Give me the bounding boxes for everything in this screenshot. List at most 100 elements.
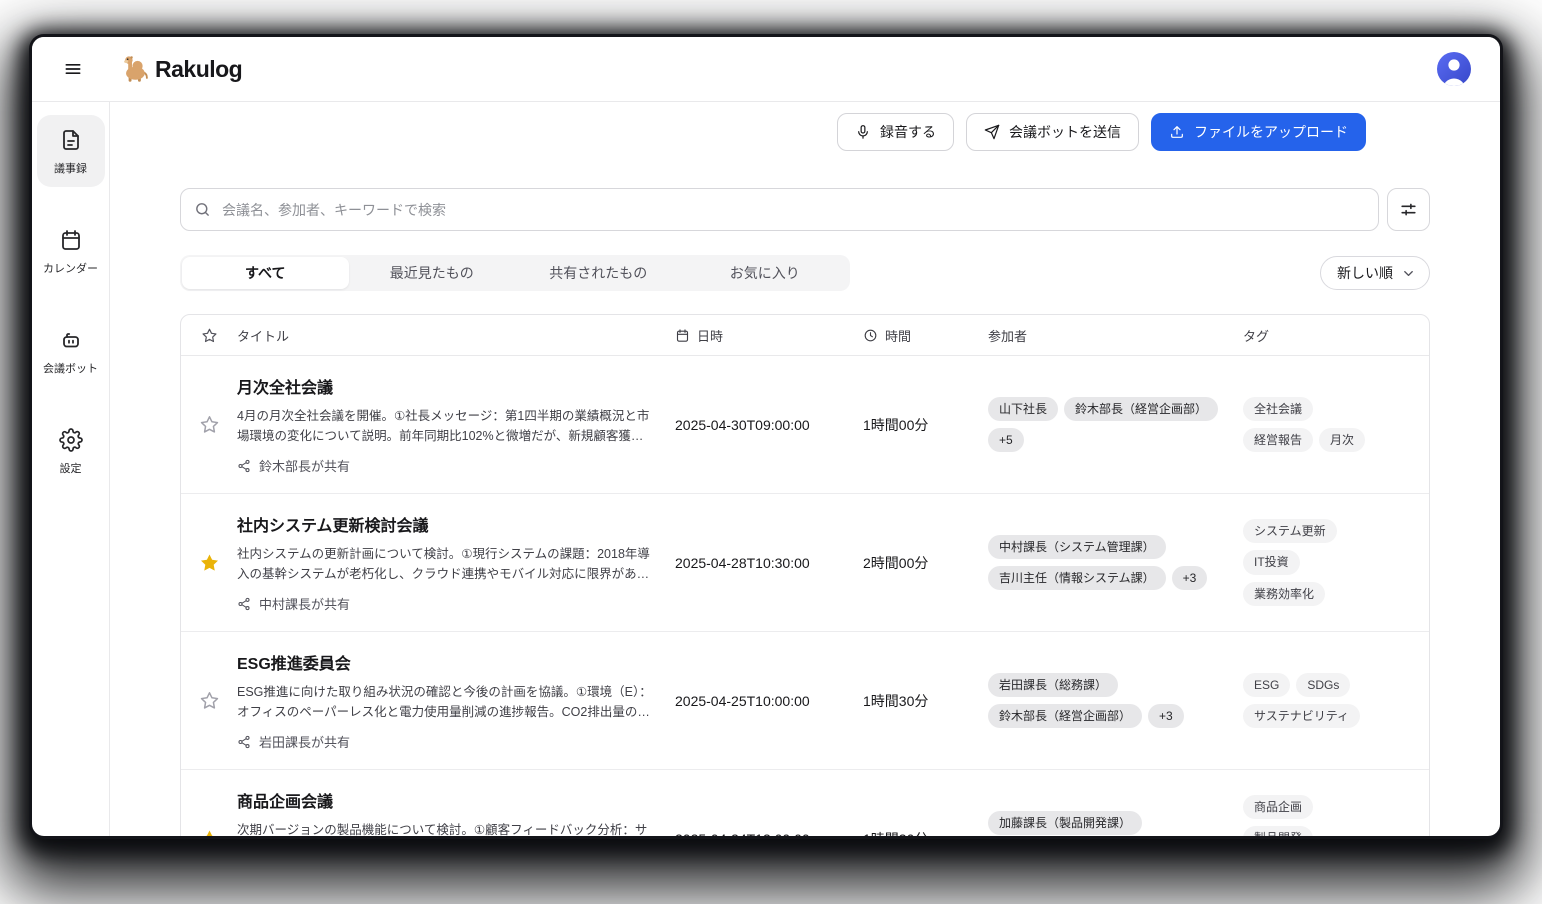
favorite-star-button[interactable] bbox=[195, 410, 224, 439]
tag-pill: 商品企画 bbox=[1243, 795, 1313, 819]
meeting-row[interactable]: 社内システム更新検討会議 社内システムの更新計画について検討。①現行システムの課… bbox=[181, 494, 1429, 632]
meeting-duration: 1時間00分 bbox=[863, 415, 988, 435]
share-icon bbox=[237, 597, 251, 611]
filter-button[interactable] bbox=[1387, 188, 1430, 231]
app-name: Rakulog bbox=[155, 56, 242, 83]
favorite-star-button[interactable] bbox=[195, 686, 224, 715]
meeting-row[interactable]: 月次全社会議 4月の月次全社会議を開催。①社長メッセージ：第1四半期の業績概況と… bbox=[181, 356, 1429, 494]
record-button-label: 録音する bbox=[880, 122, 936, 142]
tag-pill: ESG bbox=[1243, 673, 1290, 697]
favorite-star-button[interactable] bbox=[195, 824, 224, 836]
search-row bbox=[180, 188, 1430, 231]
meeting-title: ESG推進委員会 bbox=[237, 650, 655, 674]
send-meeting-bot-button[interactable]: 会議ボットを送信 bbox=[966, 113, 1139, 151]
tag-pill: システム更新 bbox=[1243, 519, 1337, 543]
hamburger-menu-button[interactable] bbox=[54, 50, 92, 88]
tag-pill: 全社会議 bbox=[1243, 397, 1313, 421]
participant-pill: 加藤課長（製品開発課） bbox=[988, 811, 1142, 835]
main-content: 録音する 会議ボットを送信 ファイルをアップロード bbox=[110, 102, 1500, 836]
meeting-participants: 中村課長（システム管理課）吉川主任（情報システム課）+3 bbox=[988, 535, 1243, 590]
meeting-title: 社内システム更新検討会議 bbox=[237, 512, 655, 536]
meeting-title: 月次全社会議 bbox=[237, 374, 655, 398]
camel-logo-icon bbox=[118, 52, 152, 86]
star-filled-icon bbox=[199, 552, 220, 573]
meeting-participants: 山下社長鈴木部長（経営企画部）+5 bbox=[988, 397, 1243, 452]
send-icon bbox=[984, 124, 1000, 140]
meeting-datetime: 2025-04-30T09:00:00 bbox=[675, 417, 863, 433]
meeting-tags: 商品企画製品開発市場ニーズ bbox=[1243, 795, 1429, 836]
share-icon bbox=[237, 735, 251, 749]
robot-icon bbox=[59, 328, 83, 352]
column-participants: 参加者 bbox=[988, 326, 1243, 345]
participant-pill: +3 bbox=[1172, 566, 1208, 590]
favorite-star-button[interactable] bbox=[195, 548, 224, 577]
document-icon bbox=[59, 128, 83, 152]
sliders-icon bbox=[1399, 200, 1418, 219]
sidebar-item-meeting-bot[interactable]: 会議ボット bbox=[37, 315, 105, 387]
tab-favorites[interactable]: お気に入り bbox=[682, 257, 849, 289]
microphone-icon bbox=[855, 124, 871, 140]
participant-pill: 鈴木部長（経営企画部） bbox=[1064, 397, 1218, 421]
meeting-row[interactable]: ESG推進委員会 ESG推進に向けた取り組み状況の確認と今後の計画を協議。①環境… bbox=[181, 632, 1429, 770]
sidebar-item-calendar[interactable]: カレンダー bbox=[37, 215, 105, 287]
upload-file-button[interactable]: ファイルをアップロード bbox=[1151, 113, 1366, 151]
sidebar-item-minutes[interactable]: 議事録 bbox=[37, 115, 105, 187]
search-input[interactable] bbox=[180, 188, 1379, 231]
calendar-icon bbox=[59, 228, 83, 252]
column-tags: タグ bbox=[1243, 326, 1429, 345]
meeting-shared-by: 中村課長が共有 bbox=[237, 594, 655, 613]
meeting-shared-by: 鈴木部長が共有 bbox=[237, 456, 655, 475]
user-avatar[interactable] bbox=[1436, 51, 1472, 87]
meeting-datetime: 2025-04-28T10:30:00 bbox=[675, 555, 863, 571]
top-bar: Rakulog bbox=[32, 37, 1500, 102]
meeting-tags: システム更新IT投資業務効率化 bbox=[1243, 519, 1429, 606]
tab-all[interactable]: すべて bbox=[182, 257, 349, 289]
meeting-description: ESG推進に向けた取り組み状況の確認と今後の計画を協議。①環境（E）：オフィスの… bbox=[237, 682, 655, 722]
sidebar-label-meeting-bot: 会議ボット bbox=[43, 360, 98, 376]
tag-pill: 業務効率化 bbox=[1243, 582, 1325, 606]
star-filled-icon bbox=[199, 828, 220, 836]
upload-file-label: ファイルをアップロード bbox=[1194, 122, 1348, 142]
column-title: タイトル bbox=[237, 326, 675, 345]
tab-recently-viewed[interactable]: 最近見たもの bbox=[349, 257, 516, 289]
share-icon bbox=[237, 459, 251, 473]
sidebar: 議事録 カレンダー 会議ボット 設定 bbox=[32, 102, 110, 836]
participant-pill: +3 bbox=[1148, 704, 1184, 728]
sort-label: 新しい順 bbox=[1337, 263, 1393, 283]
record-button[interactable]: 録音する bbox=[837, 113, 954, 151]
meeting-datetime: 2025-04-24T13:00:00 bbox=[675, 831, 863, 837]
meeting-title: 商品企画会議 bbox=[237, 788, 655, 812]
meeting-shared-by: 岩田課長が共有 bbox=[237, 732, 655, 751]
meeting-participants: 岩田課長（総務課）鈴木部長（経営企画部）+3 bbox=[988, 673, 1243, 728]
star-icon bbox=[201, 327, 218, 344]
tag-pill: 製品開発 bbox=[1243, 826, 1313, 836]
filter-tabs: すべて 最近見たもの 共有されたもの お気に入り bbox=[180, 255, 850, 291]
actions-row: 録音する 会議ボットを送信 ファイルをアップロード bbox=[180, 113, 1366, 151]
meeting-description: 社内システムの更新計画について検討。①現行システムの課題：2018年導入の基幹シ… bbox=[237, 544, 655, 584]
tag-pill: 月次 bbox=[1319, 428, 1365, 452]
sidebar-label-calendar: カレンダー bbox=[43, 260, 98, 276]
hamburger-icon bbox=[63, 59, 83, 79]
meeting-duration: 1時間30分 bbox=[863, 691, 988, 711]
sort-dropdown[interactable]: 新しい順 bbox=[1320, 256, 1430, 290]
meeting-description: 4月の月次全社会議を開催。①社長メッセージ：第1四半期の業績概況と市場環境の変化… bbox=[237, 406, 655, 446]
meeting-tags: ESGSDGsサステナビリティ bbox=[1243, 673, 1429, 728]
tab-shared[interactable]: 共有されたもの bbox=[515, 257, 682, 289]
column-duration: 時間 bbox=[863, 326, 988, 345]
table-header: タイトル 日時 時間 参加者 bbox=[181, 315, 1429, 356]
clock-icon bbox=[863, 328, 878, 343]
column-datetime: 日時 bbox=[675, 326, 863, 345]
meeting-list: 月次全社会議 4月の月次全社会議を開催。①社長メッセージ：第1四半期の業績概況と… bbox=[181, 356, 1429, 836]
participant-pill: 山下社長 bbox=[988, 397, 1058, 421]
participant-pill: 中村課長（システム管理課） bbox=[988, 535, 1166, 559]
sidebar-label-settings: 設定 bbox=[60, 460, 82, 476]
star-outline-icon bbox=[199, 414, 220, 435]
tag-pill: SDGs bbox=[1296, 673, 1350, 697]
meeting-datetime: 2025-04-25T10:00:00 bbox=[675, 693, 863, 709]
sidebar-item-settings[interactable]: 設定 bbox=[37, 415, 105, 487]
column-star bbox=[181, 327, 237, 344]
meeting-row[interactable]: 商品企画会議 次期バージョンの製品機能について検討。①顧客フィードバック分析：サ… bbox=[181, 770, 1429, 836]
upload-icon bbox=[1169, 124, 1185, 140]
tag-pill: 経営報告 bbox=[1243, 428, 1313, 452]
chevron-down-icon bbox=[1401, 266, 1416, 281]
